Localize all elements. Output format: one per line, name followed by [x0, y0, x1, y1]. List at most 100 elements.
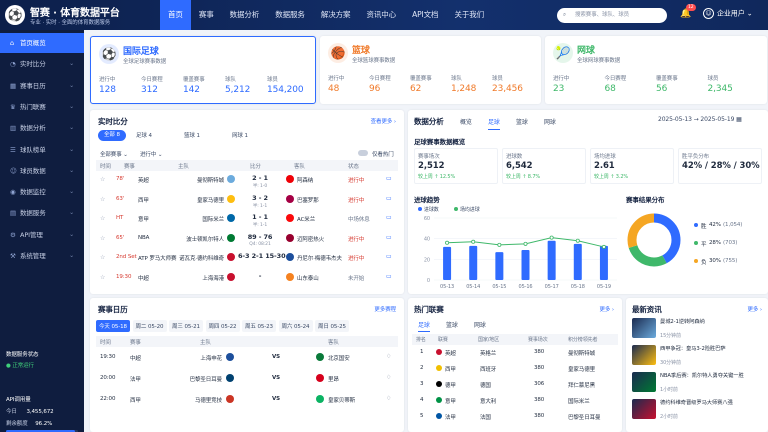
video-icon[interactable]: ▭	[386, 273, 392, 280]
sidebar-item-0[interactable]: ⌂ 首页概览	[0, 33, 84, 53]
live-tab-3[interactable]: 网球 1	[232, 131, 248, 139]
sidebar-item-4[interactable]: ▥ 数据分析 ⌄	[0, 118, 84, 138]
trend-point	[497, 242, 502, 247]
analysis-tab-2[interactable]: 篮球	[516, 117, 528, 126]
row-star-icon[interactable]: ☆	[100, 254, 105, 261]
live-tab-1[interactable]: 足球 4	[136, 131, 152, 139]
bell-icon[interactable]: ♢	[386, 395, 391, 402]
news-headline[interactable]: 德约科维奇晋级罗马大师赛八强	[660, 400, 764, 407]
hot-toggle[interactable]	[358, 150, 368, 156]
analysis-tab-0[interactable]: 概览	[460, 117, 472, 126]
sidebar-item-2[interactable]: ▦ 赛事日历 ⌄	[0, 76, 84, 96]
nav-item-1[interactable]: 赛事	[191, 0, 222, 30]
day-tab-5[interactable]: 周六 05-24	[278, 320, 313, 332]
video-icon[interactable]: ▭	[386, 234, 392, 241]
sidebar-item-7[interactable]: ◉ 数据监控 ⌄	[0, 182, 84, 202]
league-tab-2[interactable]: 网球	[474, 320, 486, 329]
stat-value: 5,212	[225, 85, 251, 95]
live-tab-2[interactable]: 篮球 1	[184, 131, 200, 139]
sidebar-item-6[interactable]: ☺ 球员数据 ⌄	[0, 161, 84, 181]
row-star-icon[interactable]: ☆	[100, 176, 105, 183]
filter-status[interactable]: 进行中 ⌄	[140, 150, 162, 158]
bell-icon[interactable]: ♢	[386, 374, 391, 381]
sidebar-item-label: 球员数据	[20, 166, 46, 175]
news-thumbnail[interactable]	[632, 345, 656, 365]
sidebar-item-8[interactable]: ▤ 数据服务 ⌄	[0, 203, 84, 223]
news-thumbnail[interactable]	[632, 372, 656, 392]
sport-card-2[interactable]: 🎾 网球 全球网球赛事数据 进行中 23 今日赛程 68 覆盖赛事 56 球员 2,345	[545, 36, 767, 104]
analysis-tab-1[interactable]: 足球	[488, 117, 500, 130]
live-tab-0[interactable]: 全部 8	[98, 130, 126, 141]
live-score: 3 - 2	[252, 193, 268, 202]
row-star-icon[interactable]: ☆	[100, 274, 105, 281]
row-star-icon[interactable]: ☆	[100, 215, 105, 222]
nav-item-0[interactable]: 首页	[160, 0, 191, 30]
notification-badge: 12	[686, 4, 696, 11]
sidebar-item-3[interactable]: ♛ 热门联赛 ⌄	[0, 97, 84, 117]
date-range[interactable]: 2025-05-13 → 2025-05-19 ▦	[658, 116, 742, 123]
row-star-icon[interactable]: ☆	[100, 235, 105, 242]
video-icon[interactable]: ▭	[386, 253, 392, 260]
live-score-sub: 半: 1-1	[252, 223, 268, 228]
sidebar-item-1[interactable]: ◔ 实时比分 ⌄	[0, 54, 84, 74]
day-tab-6[interactable]: 周日 05-25	[315, 320, 349, 332]
league-header-0: 排名	[416, 337, 426, 343]
sport-card-1[interactable]: 🏀 篮球 全球篮球赛事数据 进行中 48 今日赛程 96 覆盖赛事 62 球队 1,248 球员 23,…	[320, 36, 541, 104]
x-tick-label: 05-14	[466, 284, 480, 290]
live-time: 2nd Set	[116, 254, 137, 260]
nav-item-5[interactable]: 资讯中心	[358, 0, 404, 30]
day-tab-4[interactable]: 周五 05-23	[242, 320, 276, 332]
news-more-link[interactable]: 更多 ›	[747, 305, 762, 313]
chevron-down-icon: ⌄	[69, 81, 74, 89]
league-tab-1[interactable]: 篮球	[446, 320, 458, 329]
sidebar-item-5[interactable]: ☰ 球队榜单 ⌄	[0, 140, 84, 160]
day-tab-0[interactable]: 今天 05-18	[96, 320, 130, 332]
nav-item-6[interactable]: API文档	[404, 0, 446, 30]
news-thumbnail[interactable]	[632, 399, 656, 419]
sched-vs: VS	[272, 396, 281, 402]
bar	[521, 250, 530, 280]
chevron-down-icon: ⌄	[69, 60, 74, 68]
sidebar-item-10[interactable]: ⚒ 系统管理 ⌄	[0, 246, 84, 266]
nav-item-3[interactable]: 数据服务	[267, 0, 313, 30]
news-headline[interactable]: NBA季后赛：凯尔特人勇夺关键一胜	[660, 373, 764, 380]
league-country: 意大利	[480, 399, 497, 405]
bell-icon[interactable]: ♢	[386, 353, 391, 360]
nav-item-4[interactable]: 解决方案	[313, 0, 359, 30]
row-star-icon[interactable]: ☆	[100, 196, 105, 203]
sport-card-0[interactable]: ⚽ 国际足球 全球足球赛事数据 进行中 128 今日赛程 312 覆盖赛事 142 球队 5,212…	[90, 36, 316, 104]
league-games: 380	[534, 413, 545, 419]
date-to: 2025-05-19	[700, 116, 735, 123]
leagues-title: 热门联赛	[414, 305, 444, 314]
league-rank: 1	[420, 349, 424, 355]
live-score: -	[258, 271, 262, 280]
day-tab-3[interactable]: 周四 05-22	[205, 320, 240, 332]
news-headline[interactable]: 曼城2-1逆转阿森纳	[660, 319, 764, 326]
filter-events[interactable]: 全部赛事 ⌄	[100, 150, 128, 158]
news-headline[interactable]: 西甲争冠：皇马3-2险胜巴萨	[660, 346, 764, 353]
sidebar-item-9[interactable]: ⚙ API管理 ⌄	[0, 225, 84, 245]
video-icon[interactable]: ▭	[386, 175, 392, 182]
search-input[interactable]: ⌕ 搜索赛事、球队、球员	[557, 8, 667, 23]
live-more-link[interactable]: 查看更多 ›	[371, 117, 396, 125]
schedule-more-link[interactable]: 更多赛程	[374, 305, 396, 313]
day-tab-1[interactable]: 周二 05-20	[132, 320, 167, 332]
live-away: AC米兰	[297, 217, 316, 223]
sport-icon: 🎾	[553, 43, 573, 63]
leagues-more-link[interactable]: 更多 ›	[599, 305, 614, 313]
user-menu[interactable]: ☺ 企业用户 ⌄	[703, 8, 753, 19]
app-title: 智赛 · 体育数据平台	[30, 8, 120, 19]
news-time: 15分钟前	[660, 333, 681, 339]
league-name: 英超	[445, 351, 456, 357]
x-tick-label: 05-17	[545, 284, 559, 290]
goal-trend-title: 进球趋势	[414, 196, 440, 204]
video-icon[interactable]: ▭	[386, 195, 392, 202]
day-tab-2[interactable]: 周三 05-21	[169, 320, 203, 332]
analysis-tab-3[interactable]: 网球	[544, 117, 556, 126]
news-thumbnail[interactable]	[632, 318, 656, 338]
nav-item-2[interactable]: 数据分析	[222, 0, 268, 30]
chevron-down-icon: ⌄	[69, 252, 74, 259]
video-icon[interactable]: ▭	[386, 214, 392, 221]
league-tab-0[interactable]: 足球	[418, 320, 430, 332]
nav-item-7[interactable]: 关于我们	[446, 0, 492, 30]
